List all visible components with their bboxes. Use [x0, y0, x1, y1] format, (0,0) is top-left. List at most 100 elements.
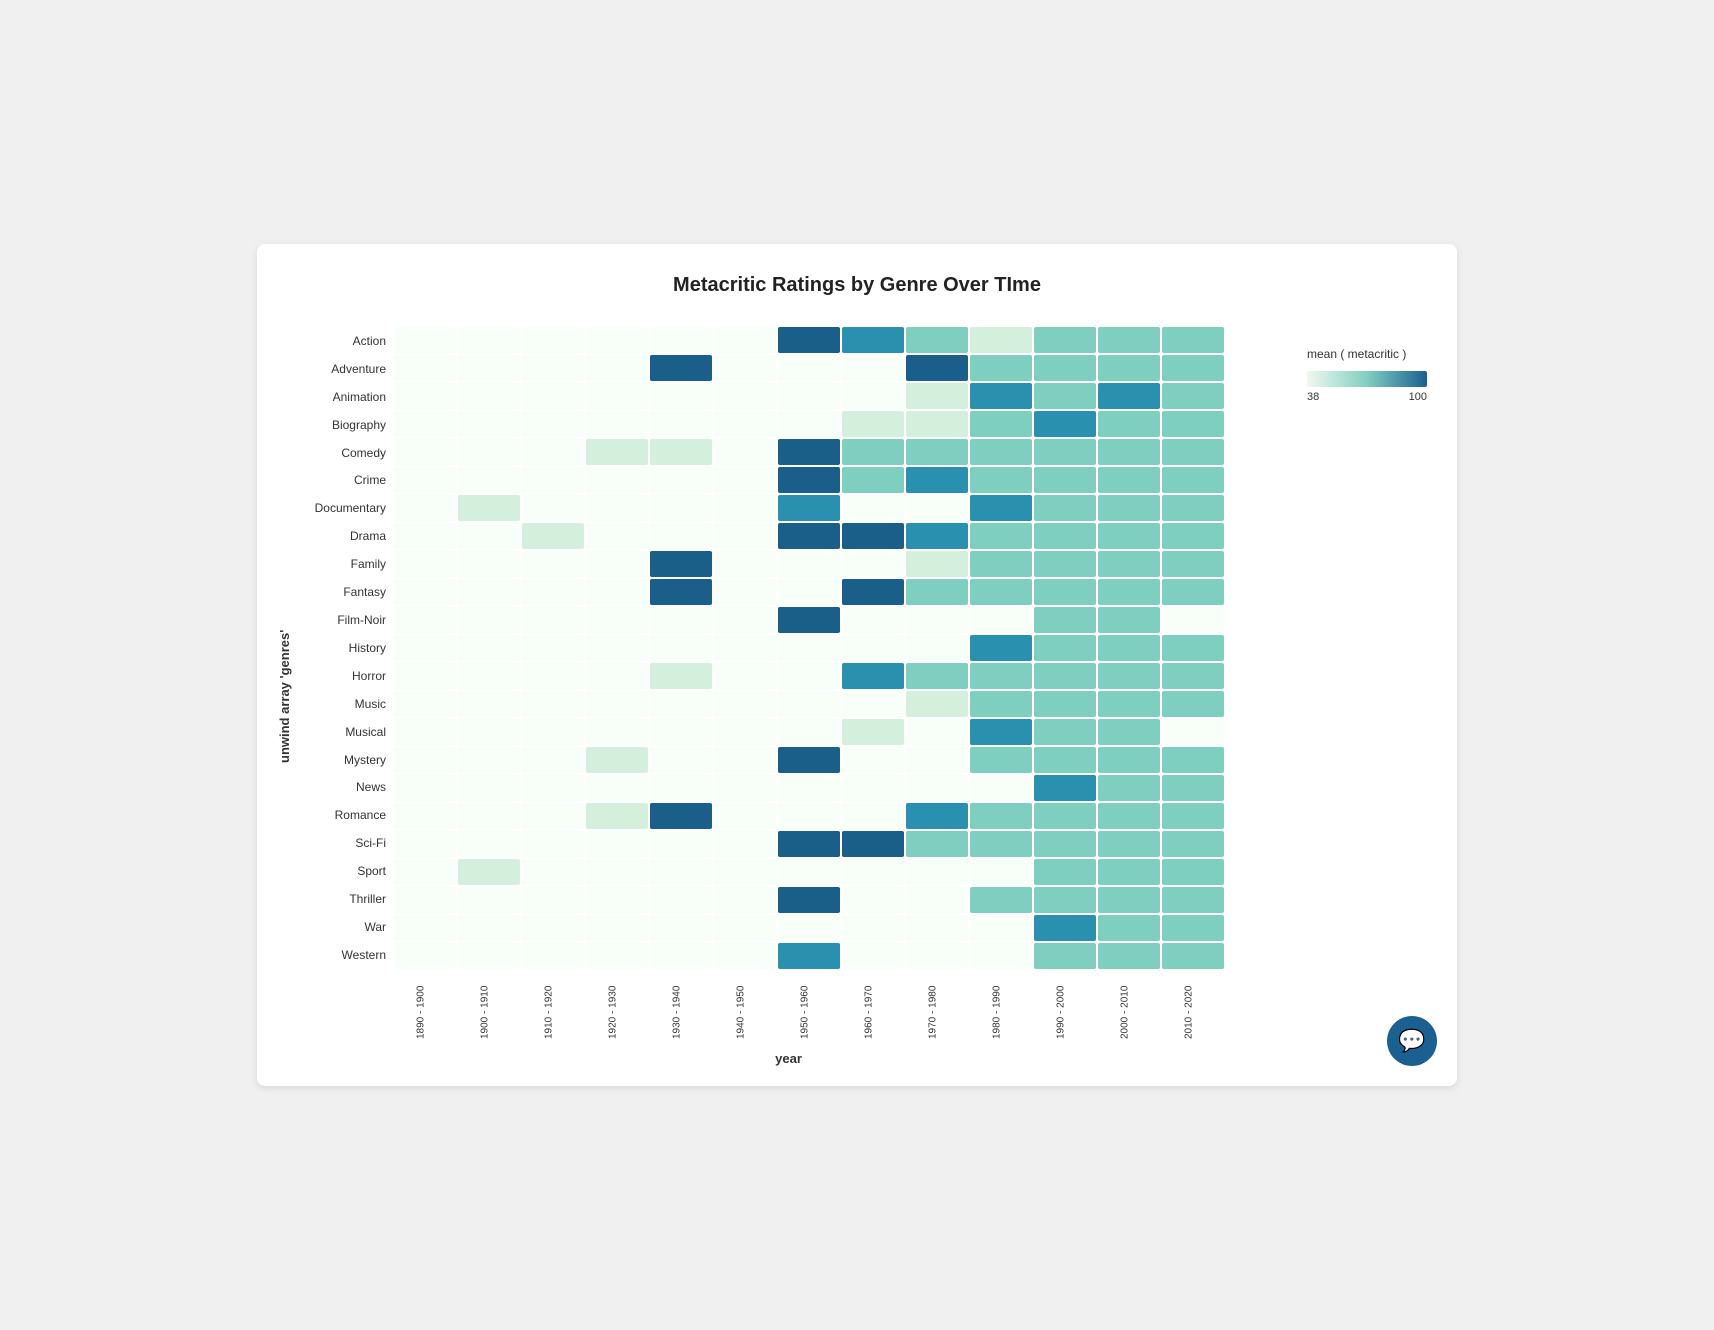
- chat-icon: 💬: [1398, 1028, 1425, 1054]
- heatmap-cell: [1034, 859, 1096, 885]
- heatmap-cell: [778, 859, 840, 885]
- heatmap-cell: [586, 943, 648, 969]
- heatmap-cell: [586, 551, 648, 577]
- heatmap-cell: [650, 467, 712, 493]
- heatmap-cell: [458, 383, 520, 409]
- heatmap-cell: [714, 355, 776, 381]
- heatmap-cell: [778, 831, 840, 857]
- heatmap-cell: [1162, 887, 1224, 913]
- row-label: Adventure: [300, 356, 390, 382]
- heatmap-cell: [714, 327, 776, 353]
- heatmap-cell: [970, 803, 1032, 829]
- row-label: Fantasy: [300, 579, 390, 605]
- heatmap-cell: [1162, 943, 1224, 969]
- row-label: Romance: [300, 802, 390, 828]
- heatmap-cell: [1098, 523, 1160, 549]
- heatmap-cell: [522, 327, 584, 353]
- x-labels-row: 1890 - 19001900 - 19101910 - 19201920 - …: [390, 973, 1222, 1043]
- row-label: Musical: [300, 719, 390, 745]
- chart-container: Metacritic Ratings by Genre Over TIme un…: [257, 244, 1457, 1086]
- heatmap-cell: [714, 635, 776, 661]
- heatmap-cell: [522, 355, 584, 381]
- heatmap-cell: [522, 719, 584, 745]
- heatmap-cell: [842, 411, 904, 437]
- heatmap-cell: [1098, 467, 1160, 493]
- heatmap-cell: [970, 719, 1032, 745]
- heatmap-cell: [458, 467, 520, 493]
- heatmap-cell: [522, 915, 584, 941]
- heatmap-cell: [970, 439, 1032, 465]
- heatmap-cell: [1162, 467, 1224, 493]
- heatmap-cell: [458, 495, 520, 521]
- heatmap-cell: [522, 943, 584, 969]
- row-labels: ActionAdventureAnimationBiographyComedyC…: [300, 327, 390, 969]
- heatmap-cell: [1034, 943, 1096, 969]
- heatmap-cell: [906, 579, 968, 605]
- chart-body: unwind array 'genres' ActionAdventureAni…: [277, 327, 1437, 1066]
- heatmap-cell: [714, 579, 776, 605]
- heatmap-cell: [714, 775, 776, 801]
- heatmap-cell: [906, 859, 968, 885]
- heatmap-cell: [394, 887, 456, 913]
- heatmap-cell: [394, 747, 456, 773]
- heatmap-cell: [586, 775, 648, 801]
- heatmap-cell: [842, 719, 904, 745]
- row-label: News: [300, 774, 390, 800]
- heatmap-cell: [1034, 355, 1096, 381]
- heatmap-cell: [650, 831, 712, 857]
- heatmap-cell: [970, 943, 1032, 969]
- heatmap-cell: [842, 439, 904, 465]
- heatmap-cell: [522, 579, 584, 605]
- heatmap-cell: [842, 915, 904, 941]
- heatmap-cell: [778, 803, 840, 829]
- heatmap-cell: [778, 355, 840, 381]
- heatmap-cell: [1162, 859, 1224, 885]
- row-label: Film-Noir: [300, 607, 390, 633]
- heatmap-cell: [714, 915, 776, 941]
- heatmap-cell: [458, 719, 520, 745]
- heatmap-cell: [522, 691, 584, 717]
- heatmap-cell: [842, 803, 904, 829]
- x-axis-label: 1890 - 1900: [390, 973, 452, 1043]
- heatmap-cell: [458, 411, 520, 437]
- heatmap-cell: [906, 495, 968, 521]
- heatmap-cell: [970, 915, 1032, 941]
- heatmap-grid: [394, 327, 1224, 969]
- heatmap-cell: [1098, 831, 1160, 857]
- heatmap-cell: [586, 887, 648, 913]
- row-label: Documentary: [300, 495, 390, 521]
- heatmap-cell: [458, 579, 520, 605]
- heatmap-cell: [778, 635, 840, 661]
- heatmap-cell: [778, 439, 840, 465]
- heatmap-cell: [906, 887, 968, 913]
- heatmap-cell: [1162, 775, 1224, 801]
- heatmap-cell: [458, 775, 520, 801]
- heatmap-cell: [586, 663, 648, 689]
- heatmap-cell: [1162, 355, 1224, 381]
- heatmap-cell: [586, 523, 648, 549]
- heatmap-cell: [522, 467, 584, 493]
- heatmap-cell: [778, 915, 840, 941]
- heatmap-cell: [714, 831, 776, 857]
- heatmap-cell: [1098, 775, 1160, 801]
- heatmap-cell: [650, 747, 712, 773]
- heatmap-cell: [394, 551, 456, 577]
- heatmap-cell: [714, 411, 776, 437]
- heatmap-cell: [842, 831, 904, 857]
- heatmap-cell: [1034, 719, 1096, 745]
- chat-button[interactable]: 💬: [1387, 1016, 1437, 1066]
- heatmap-cell: [714, 607, 776, 633]
- heatmap-cell: [1098, 551, 1160, 577]
- heatmap-cell: [1034, 495, 1096, 521]
- heatmap-cell: [1034, 831, 1096, 857]
- heatmap-cell: [394, 355, 456, 381]
- heatmap-cell: [842, 383, 904, 409]
- heatmap-cell: [458, 663, 520, 689]
- row-label: Crime: [300, 467, 390, 493]
- heatmap-cell: [842, 523, 904, 549]
- heatmap-cell: [522, 523, 584, 549]
- heatmap-cell: [970, 355, 1032, 381]
- row-label: Mystery: [300, 747, 390, 773]
- heatmap-cell: [970, 383, 1032, 409]
- heatmap-cell: [458, 859, 520, 885]
